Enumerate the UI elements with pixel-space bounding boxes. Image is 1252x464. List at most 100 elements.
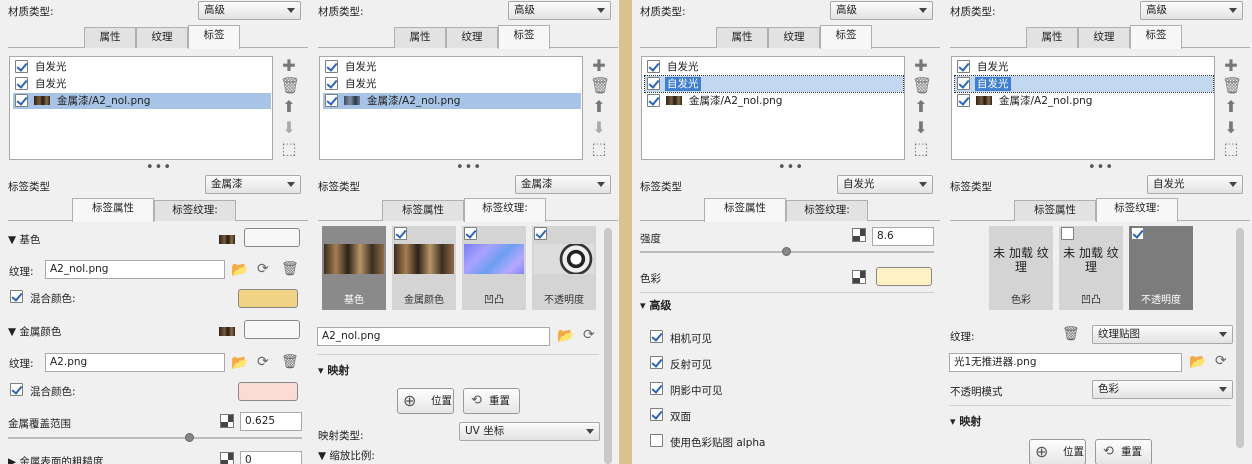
mapping-header[interactable]: ▾ 映射 [950,413,981,429]
checkbox[interactable] [1131,227,1144,240]
texture-file-input[interactable]: 光1无推进器.png [949,353,1182,372]
checkbox[interactable] [1061,227,1074,240]
trash-icon[interactable]: 🗑 [1062,326,1080,342]
tab-tag-texture[interactable]: 标签纹理: [786,200,868,221]
mapping-type-select[interactable]: UV 坐标 [459,422,600,441]
scrollbar[interactable] [604,228,612,464]
arrow-down-icon[interactable]: ⬇ [590,119,608,137]
tag-list[interactable]: 自发光 自发光 金属漆/A2_nol.png [319,56,583,160]
refresh-icon[interactable]: ⟳ [1215,353,1227,369]
refresh-icon[interactable]: ⟳ [257,261,269,277]
checkbox[interactable] [15,77,28,90]
strength-input[interactable]: 8.6 [872,227,934,246]
roughness-header[interactable]: ▶ 金属表面的粗糙度 [8,454,103,464]
checkbox[interactable] [647,94,660,107]
tag-list[interactable]: 自发光 自发光 金属漆/A2_nol.png [9,56,273,160]
texture-card-bump[interactable]: 未 加载 纹理 凹凸 [1059,226,1123,310]
shadow-visible-checkbox[interactable] [650,382,663,395]
arrow-up-icon[interactable]: ⬆ [590,98,608,116]
tab-tag-texture[interactable]: 标签纹理: [154,200,236,221]
mapping-header[interactable]: ▾ 映射 [318,362,349,378]
splitter-dots-icon[interactable]: ••• [456,160,482,175]
tab-texture[interactable]: 纹理 [136,27,188,48]
position-button[interactable]: ⊕ 位置 [397,388,454,414]
advanced-header[interactable]: ▾ 高级 [640,297,671,313]
folder-open-icon[interactable]: 📂 [231,262,248,278]
texture-card-opacity[interactable]: 不透明度 [1129,226,1193,310]
checkbox[interactable] [647,77,660,90]
folder-open-icon[interactable]: 📂 [1189,354,1206,370]
base-color-swatch[interactable] [244,228,300,247]
reset-button[interactable]: ⟲ 重置 [1095,439,1152,464]
mix-color-checkbox[interactable] [10,383,23,396]
texture-type-select[interactable]: 纹理贴图 [1092,325,1233,344]
checkbox[interactable] [534,227,547,240]
arrow-up-icon[interactable]: ⬆ [912,98,930,116]
list-item-selected[interactable]: 金属漆/A2_nol.png [13,93,271,109]
metal-texture-input[interactable]: A2.png [45,353,225,372]
mix-color-checkbox[interactable] [10,290,23,303]
splitter-dots-icon[interactable]: ••• [1088,160,1114,175]
checkbox[interactable] [15,94,28,107]
arrow-up-icon[interactable]: ⬆ [1222,98,1240,116]
arrow-down-icon[interactable]: ⬇ [280,119,298,137]
checkbox[interactable] [394,227,407,240]
tag-type-select[interactable]: 自发光 [1147,175,1243,194]
checkbox[interactable] [957,77,970,90]
tab-tag-properties[interactable]: 标签属性 [1014,200,1096,221]
texture-toggle-icon[interactable] [852,270,866,284]
tab-properties[interactable]: 属性 [84,27,136,48]
splitter-dots-icon[interactable]: ••• [146,160,172,175]
tab-properties[interactable]: 属性 [716,27,768,48]
tag-type-select[interactable]: 自发光 [837,175,933,194]
texture-card-opacity[interactable]: 不透明度 [532,226,596,310]
trash-icon[interactable]: 🗑 [1222,77,1242,95]
slider-knob[interactable] [185,433,194,442]
tab-tags[interactable]: 标签 [820,25,872,49]
checkbox[interactable] [464,227,477,240]
trash-icon[interactable]: 🗑 [280,77,300,95]
coverage-slider[interactable] [8,437,302,439]
texture-toggle-icon[interactable] [852,228,866,242]
scrollbar[interactable] [1236,228,1244,448]
material-type-select[interactable]: 高级 [830,1,933,20]
base-color-header[interactable]: ▼ 基色 [8,232,40,247]
metal-color-swatch[interactable] [244,320,300,339]
list-item-selected[interactable]: 自发光 [644,75,904,93]
checkbox[interactable] [325,94,338,107]
tab-tags[interactable]: 标签 [498,25,550,49]
texture-card-color[interactable]: 未 加载 纹理 色彩 [989,226,1053,310]
mix-color-swatch-2[interactable] [238,382,298,401]
folder-open-icon[interactable]: 📂 [231,355,248,371]
arrow-down-icon[interactable]: ⬇ [912,119,930,137]
reflection-visible-checkbox[interactable] [650,356,663,369]
checkbox[interactable] [647,60,660,73]
checkbox[interactable] [957,94,970,107]
list-item[interactable]: 自发光 [323,59,581,75]
checkbox[interactable] [325,60,338,73]
refresh-icon[interactable]: ⟳ [257,354,269,370]
tab-tag-properties[interactable]: 标签属性 [382,200,464,221]
metal-color-header[interactable]: ▼ 金属颜色 [8,324,61,339]
add-icon[interactable]: ✚ [590,57,608,75]
texture-card-metal[interactable]: 金属颜色 [392,226,456,310]
texture-toggle-icon[interactable] [220,414,234,428]
reset-button[interactable]: ⟲ 重置 [463,388,520,414]
tab-tags[interactable]: 标签 [188,25,240,49]
tab-properties[interactable]: 属性 [394,27,446,48]
tag-type-select[interactable]: 金属漆 [515,175,611,194]
emission-color-swatch[interactable] [876,267,932,286]
add-icon[interactable]: ✚ [1222,57,1240,75]
trash-icon[interactable]: 🗑 [912,77,932,95]
trash-icon[interactable]: 🗑 [590,77,610,95]
list-item[interactable]: 金属漆/A2_nol.png [645,93,903,109]
texture-card-bump[interactable]: 凹凸 [462,226,526,310]
opacity-mode-select[interactable]: 色彩 [1092,380,1233,399]
list-item-selected[interactable]: 自发光 [954,75,1214,93]
tab-texture[interactable]: 纹理 [446,27,498,48]
pick-cursor-icon[interactable]: ⬚ [280,140,298,158]
checkbox[interactable] [325,77,338,90]
tag-list[interactable]: 自发光 自发光 金属漆/A2_nol.png [951,56,1215,160]
trash-icon[interactable]: 🗑 [281,354,299,370]
add-icon[interactable]: ✚ [280,57,298,75]
